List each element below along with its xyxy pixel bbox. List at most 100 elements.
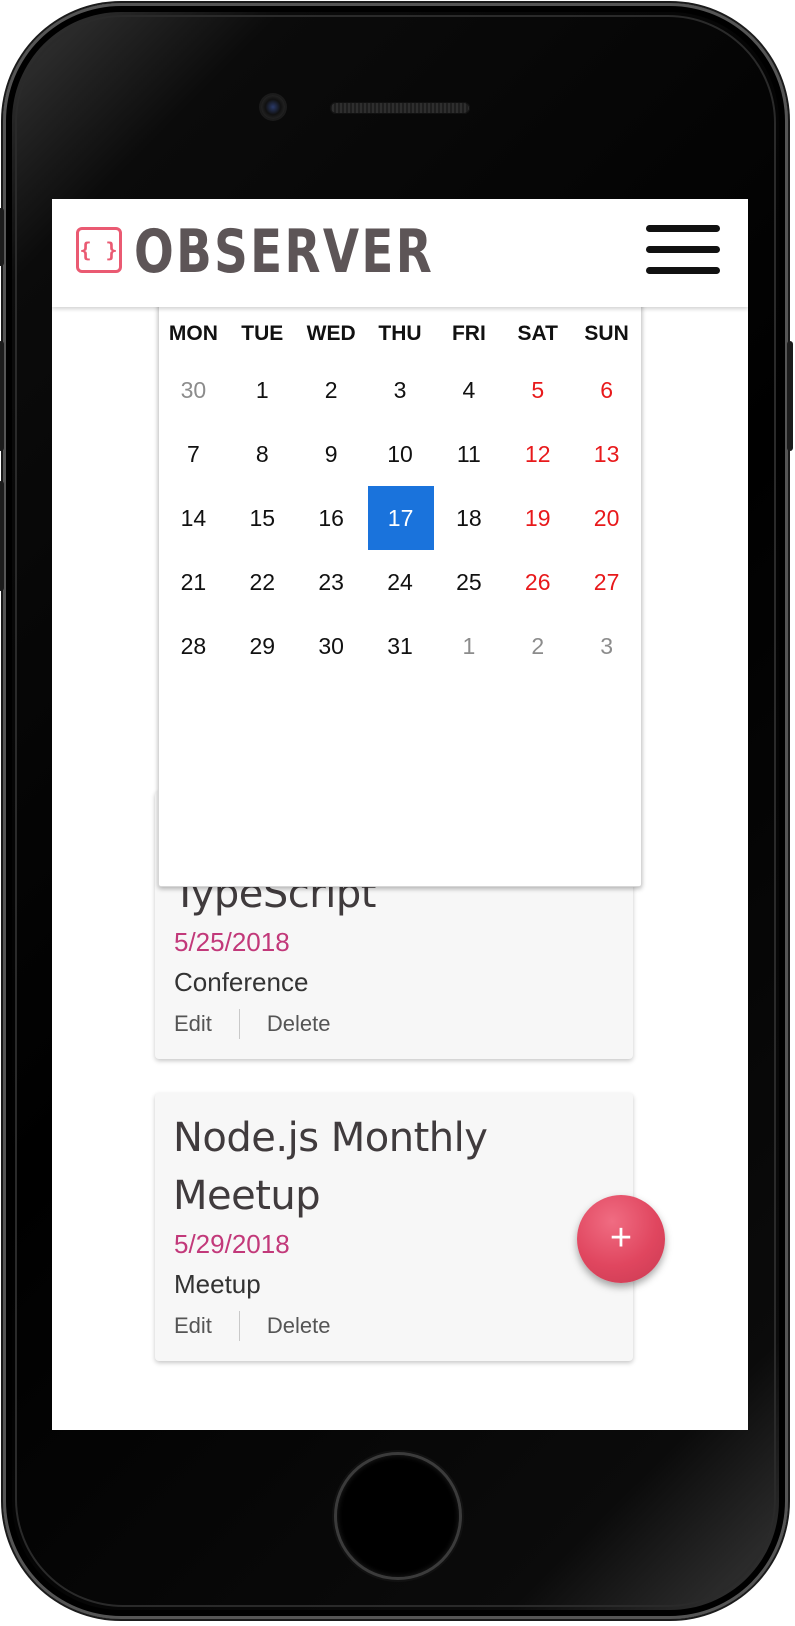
calendar-day-number: 10: [387, 441, 413, 467]
calendar-day[interactable]: 11: [434, 422, 503, 486]
event-title: Node.js Monthly Meetup: [173, 1115, 488, 1219]
calendar-day[interactable]: 20: [572, 486, 641, 550]
calendar-day[interactable]: 30: [159, 358, 228, 422]
calendar-day[interactable]: 15: [228, 486, 297, 550]
front-camera: [261, 95, 285, 119]
event-actions: Edit Delete: [174, 1009, 331, 1039]
calendar-day[interactable]: 3: [366, 358, 435, 422]
weekday-label: TUE: [241, 322, 284, 345]
delete-event-link[interactable]: Delete: [267, 1011, 331, 1037]
weekday-label: SUN: [584, 322, 629, 345]
calendar-day-number: 6: [600, 377, 613, 403]
calendar-day[interactable]: 28: [159, 614, 228, 678]
menu-icon-bar-top: [646, 225, 720, 232]
calendar-day[interactable]: 13: [572, 422, 641, 486]
calendar-day-number: 31: [387, 633, 413, 659]
calendar-day-number: 9: [324, 441, 338, 467]
calendar-day[interactable]: 24: [366, 550, 435, 614]
calendar-day-number: 17: [367, 486, 434, 550]
calendar-day-number: 26: [524, 569, 551, 595]
app-header: { } OBSERVER: [52, 199, 748, 307]
home-button[interactable]: [337, 1455, 459, 1577]
calendar-day-number: 24: [387, 569, 413, 595]
calendar-day[interactable]: 12: [503, 422, 572, 486]
hamburger-menu-button[interactable]: [646, 225, 722, 277]
calendar-day-number: 29: [249, 633, 276, 659]
calendar-day[interactable]: 21: [159, 550, 228, 614]
calendar-day-number: 7: [187, 441, 200, 467]
edit-event-link[interactable]: Edit: [174, 1011, 212, 1037]
calendar-day-number: 18: [456, 505, 482, 531]
calendar-day-number: 8: [255, 441, 269, 467]
calendar-day[interactable]: 1: [434, 614, 503, 678]
phone-frame: { } OBSERVER MON TUE WED THU FRI SAT SUN…: [0, 3, 793, 1619]
calendar-day[interactable]: 3: [572, 614, 641, 678]
calendar-day[interactable]: 5: [503, 358, 572, 422]
calendar-day[interactable]: 25: [434, 550, 503, 614]
event-actions: Edit Delete: [174, 1311, 331, 1341]
calendar-day[interactable]: 9: [297, 422, 366, 486]
power-button: [787, 341, 793, 451]
mute-switch: [0, 208, 4, 266]
add-event-button[interactable]: +: [577, 1195, 665, 1283]
calendar-day[interactable]: 16: [297, 486, 366, 550]
calendar-day-number: 2: [324, 377, 338, 403]
calendar-weekday-header: MON TUE WED THU FRI SAT SUN: [159, 316, 641, 352]
calendar-day[interactable]: 1: [228, 358, 297, 422]
calendar-day[interactable]: 18: [434, 486, 503, 550]
calendar-day[interactable]: 26: [503, 550, 572, 614]
menu-icon-bar-middle: [646, 246, 720, 253]
calendar-day[interactable]: 29: [228, 614, 297, 678]
calendar-day[interactable]: 27: [572, 550, 641, 614]
calendar-day[interactable]: 22: [228, 550, 297, 614]
weekday-label: WED: [306, 322, 356, 345]
calendar-day-number: 5: [531, 377, 545, 403]
calendar-day[interactable]: 8: [228, 422, 297, 486]
calendar-day[interactable]: 14: [159, 486, 228, 550]
calendar-day[interactable]: 6: [572, 358, 641, 422]
event-type: Conference: [174, 967, 309, 997]
calendar-day-number: 12: [524, 441, 551, 467]
delete-event-link[interactable]: Delete: [267, 1313, 331, 1339]
calendar-day-number: 30: [180, 377, 207, 403]
calendar-day-number: 23: [318, 569, 344, 595]
event-card[interactable]: Node.js Monthly Meetup 5/29/2018 Meetup …: [155, 1093, 633, 1361]
calendar-day-number: 25: [456, 569, 482, 595]
calendar-day[interactable]: 2: [503, 614, 572, 678]
action-divider: [238, 1311, 240, 1341]
calendar-day-number: 4: [462, 377, 476, 403]
month-calendar: MON TUE WED THU FRI SAT SUN 30 1 2 3 4 5 6 7 8 9 1…: [158, 279, 642, 887]
menu-icon-bar-bottom: [646, 267, 720, 274]
calendar-day-number: 1: [255, 377, 269, 403]
calendar-day-number: 2: [531, 633, 545, 659]
calendar-day[interactable]: 19: [503, 486, 572, 550]
calendar-day[interactable]: 23: [297, 550, 366, 614]
calendar-day-number: 15: [249, 505, 276, 531]
calendar-day-number: 14: [180, 505, 207, 531]
weekday-label: MON: [168, 322, 218, 345]
calendar-day-number: 13: [593, 441, 620, 467]
earpiece-speaker: [330, 102, 470, 114]
plus-icon: +: [609, 1217, 633, 1259]
weekday-label: THU: [378, 322, 422, 345]
calendar-day[interactable]: 4: [434, 358, 503, 422]
calendar-day[interactable]: 31: [366, 614, 435, 678]
calendar-day[interactable]: 2: [297, 358, 366, 422]
calendar-day[interactable]: 7: [159, 422, 228, 486]
calendar-day[interactable]: 30: [297, 614, 366, 678]
app-screen: { } OBSERVER MON TUE WED THU FRI SAT SUN…: [52, 199, 748, 1430]
logo-braces-icon: { }: [76, 227, 122, 273]
calendar-day-number: 30: [318, 633, 344, 659]
calendar-day-number: 28: [180, 633, 207, 659]
weekday-label: SAT: [517, 322, 558, 345]
calendar-day-number: 3: [600, 633, 613, 659]
action-divider: [238, 1009, 240, 1039]
calendar-day-number: 16: [318, 505, 344, 531]
event-type: Meetup: [174, 1269, 261, 1299]
calendar-day-grid: 30 1 2 3 4 5 6 7 8 9 10 11 12 13 14 15 16 17 18 19 20 21 22 23 2…: [159, 358, 641, 678]
calendar-day[interactable]: 10: [366, 422, 435, 486]
edit-event-link[interactable]: Edit: [174, 1313, 212, 1339]
volume-down-button: [0, 481, 4, 591]
brand-name: OBSERVER: [134, 217, 435, 287]
calendar-day-selected[interactable]: 17: [366, 486, 435, 550]
